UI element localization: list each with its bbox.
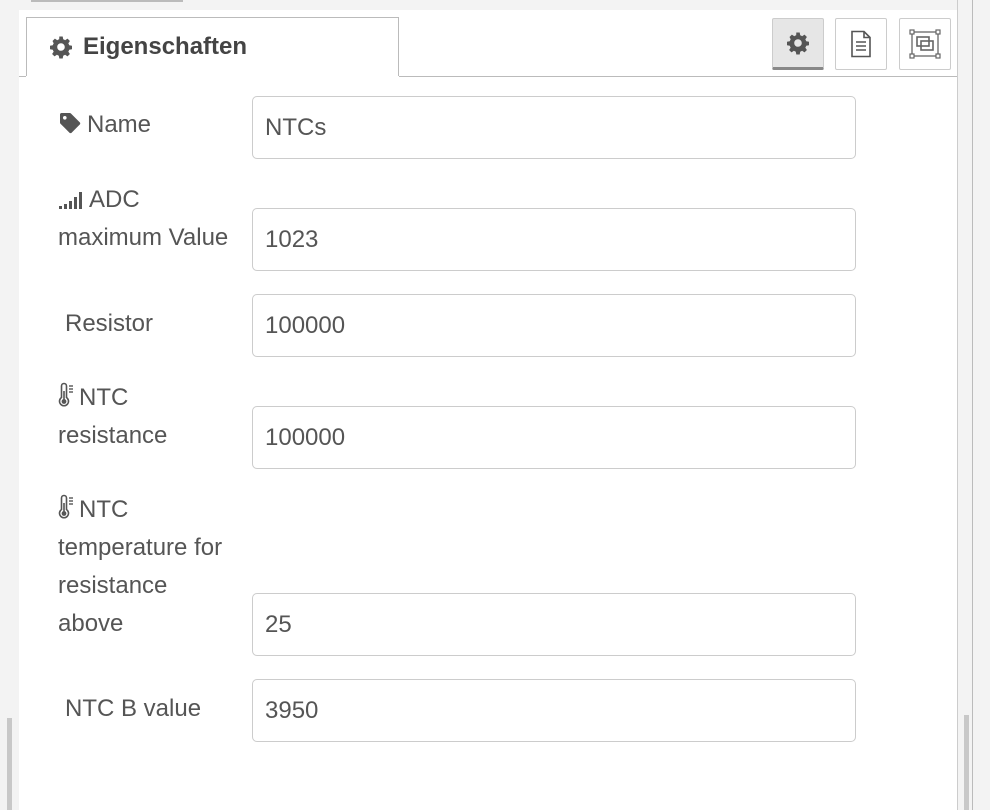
- resistor-input[interactable]: [252, 294, 856, 357]
- name-label: Name: [58, 106, 151, 144]
- right-scrollbar[interactable]: [964, 715, 969, 810]
- signal-bars-icon: [59, 192, 82, 209]
- properties-button[interactable]: [772, 18, 824, 70]
- right-gutter-line: [972, 0, 973, 810]
- ntc-resistance-label-line1: NTC: [58, 379, 167, 417]
- ntc-b-value-label: NTC B value: [65, 690, 201, 728]
- adc-max-label-text2: maximum Value: [58, 224, 229, 251]
- tab-label: Eigenschaften: [83, 33, 248, 60]
- document-icon: [851, 30, 871, 58]
- gear-icon: [50, 36, 72, 59]
- resistor-label: Resistor: [65, 305, 153, 343]
- ntc-temperature-label-text1: NTC: [79, 496, 129, 523]
- thermometer-icon: [58, 382, 73, 407]
- adc-max-input[interactable]: [252, 208, 856, 271]
- resistor-label-text: Resistor: [65, 310, 154, 337]
- ntc-b-value-input[interactable]: [252, 679, 856, 742]
- ntc-temperature-label-text4: above: [58, 610, 124, 637]
- ntc-resistance-label: NTC resistance: [58, 379, 167, 455]
- ntc-temperature-input[interactable]: [252, 593, 856, 656]
- ntc-temperature-label-text2: temperature for: [58, 534, 223, 561]
- description-button[interactable]: [835, 18, 887, 70]
- ntc-resistance-input[interactable]: [252, 406, 856, 469]
- name-label-text: Name: [87, 111, 152, 138]
- ntc-b-value-label-text: NTC B value: [65, 695, 202, 722]
- gear-icon: [787, 32, 809, 55]
- left-gutter: [0, 0, 20, 810]
- tab-divider: [19, 76, 957, 77]
- right-gutter: [957, 0, 990, 810]
- appearance-button[interactable]: [899, 18, 951, 70]
- ntc-temperature-label-text3: resistance: [58, 572, 168, 599]
- tag-icon: [60, 113, 81, 134]
- tab-divider-gap: [26, 76, 399, 77]
- ntc-resistance-label-text1: NTC: [79, 384, 129, 411]
- ntc-resistance-label-text2: resistance: [58, 422, 168, 449]
- left-scrollbar[interactable]: [7, 718, 12, 810]
- adc-max-label-line1: ADC: [58, 181, 228, 219]
- adc-max-label-text1: ADC: [89, 186, 140, 213]
- tab-eigenschaften[interactable]: Eigenschaften: [26, 17, 399, 76]
- name-input[interactable]: [252, 96, 856, 159]
- thermometer-icon: [58, 494, 73, 519]
- properties-panel: Eigenschaften Name NTCs ADC maximum Valu…: [19, 10, 957, 810]
- tab-stub: [31, 0, 183, 2]
- node-appearance-icon: [909, 29, 941, 59]
- ntc-temperature-label-line1: NTC: [58, 491, 222, 529]
- ntc-temperature-label: NTC temperature for resistance above: [58, 491, 222, 643]
- adc-max-label: ADC maximum Value: [58, 181, 228, 257]
